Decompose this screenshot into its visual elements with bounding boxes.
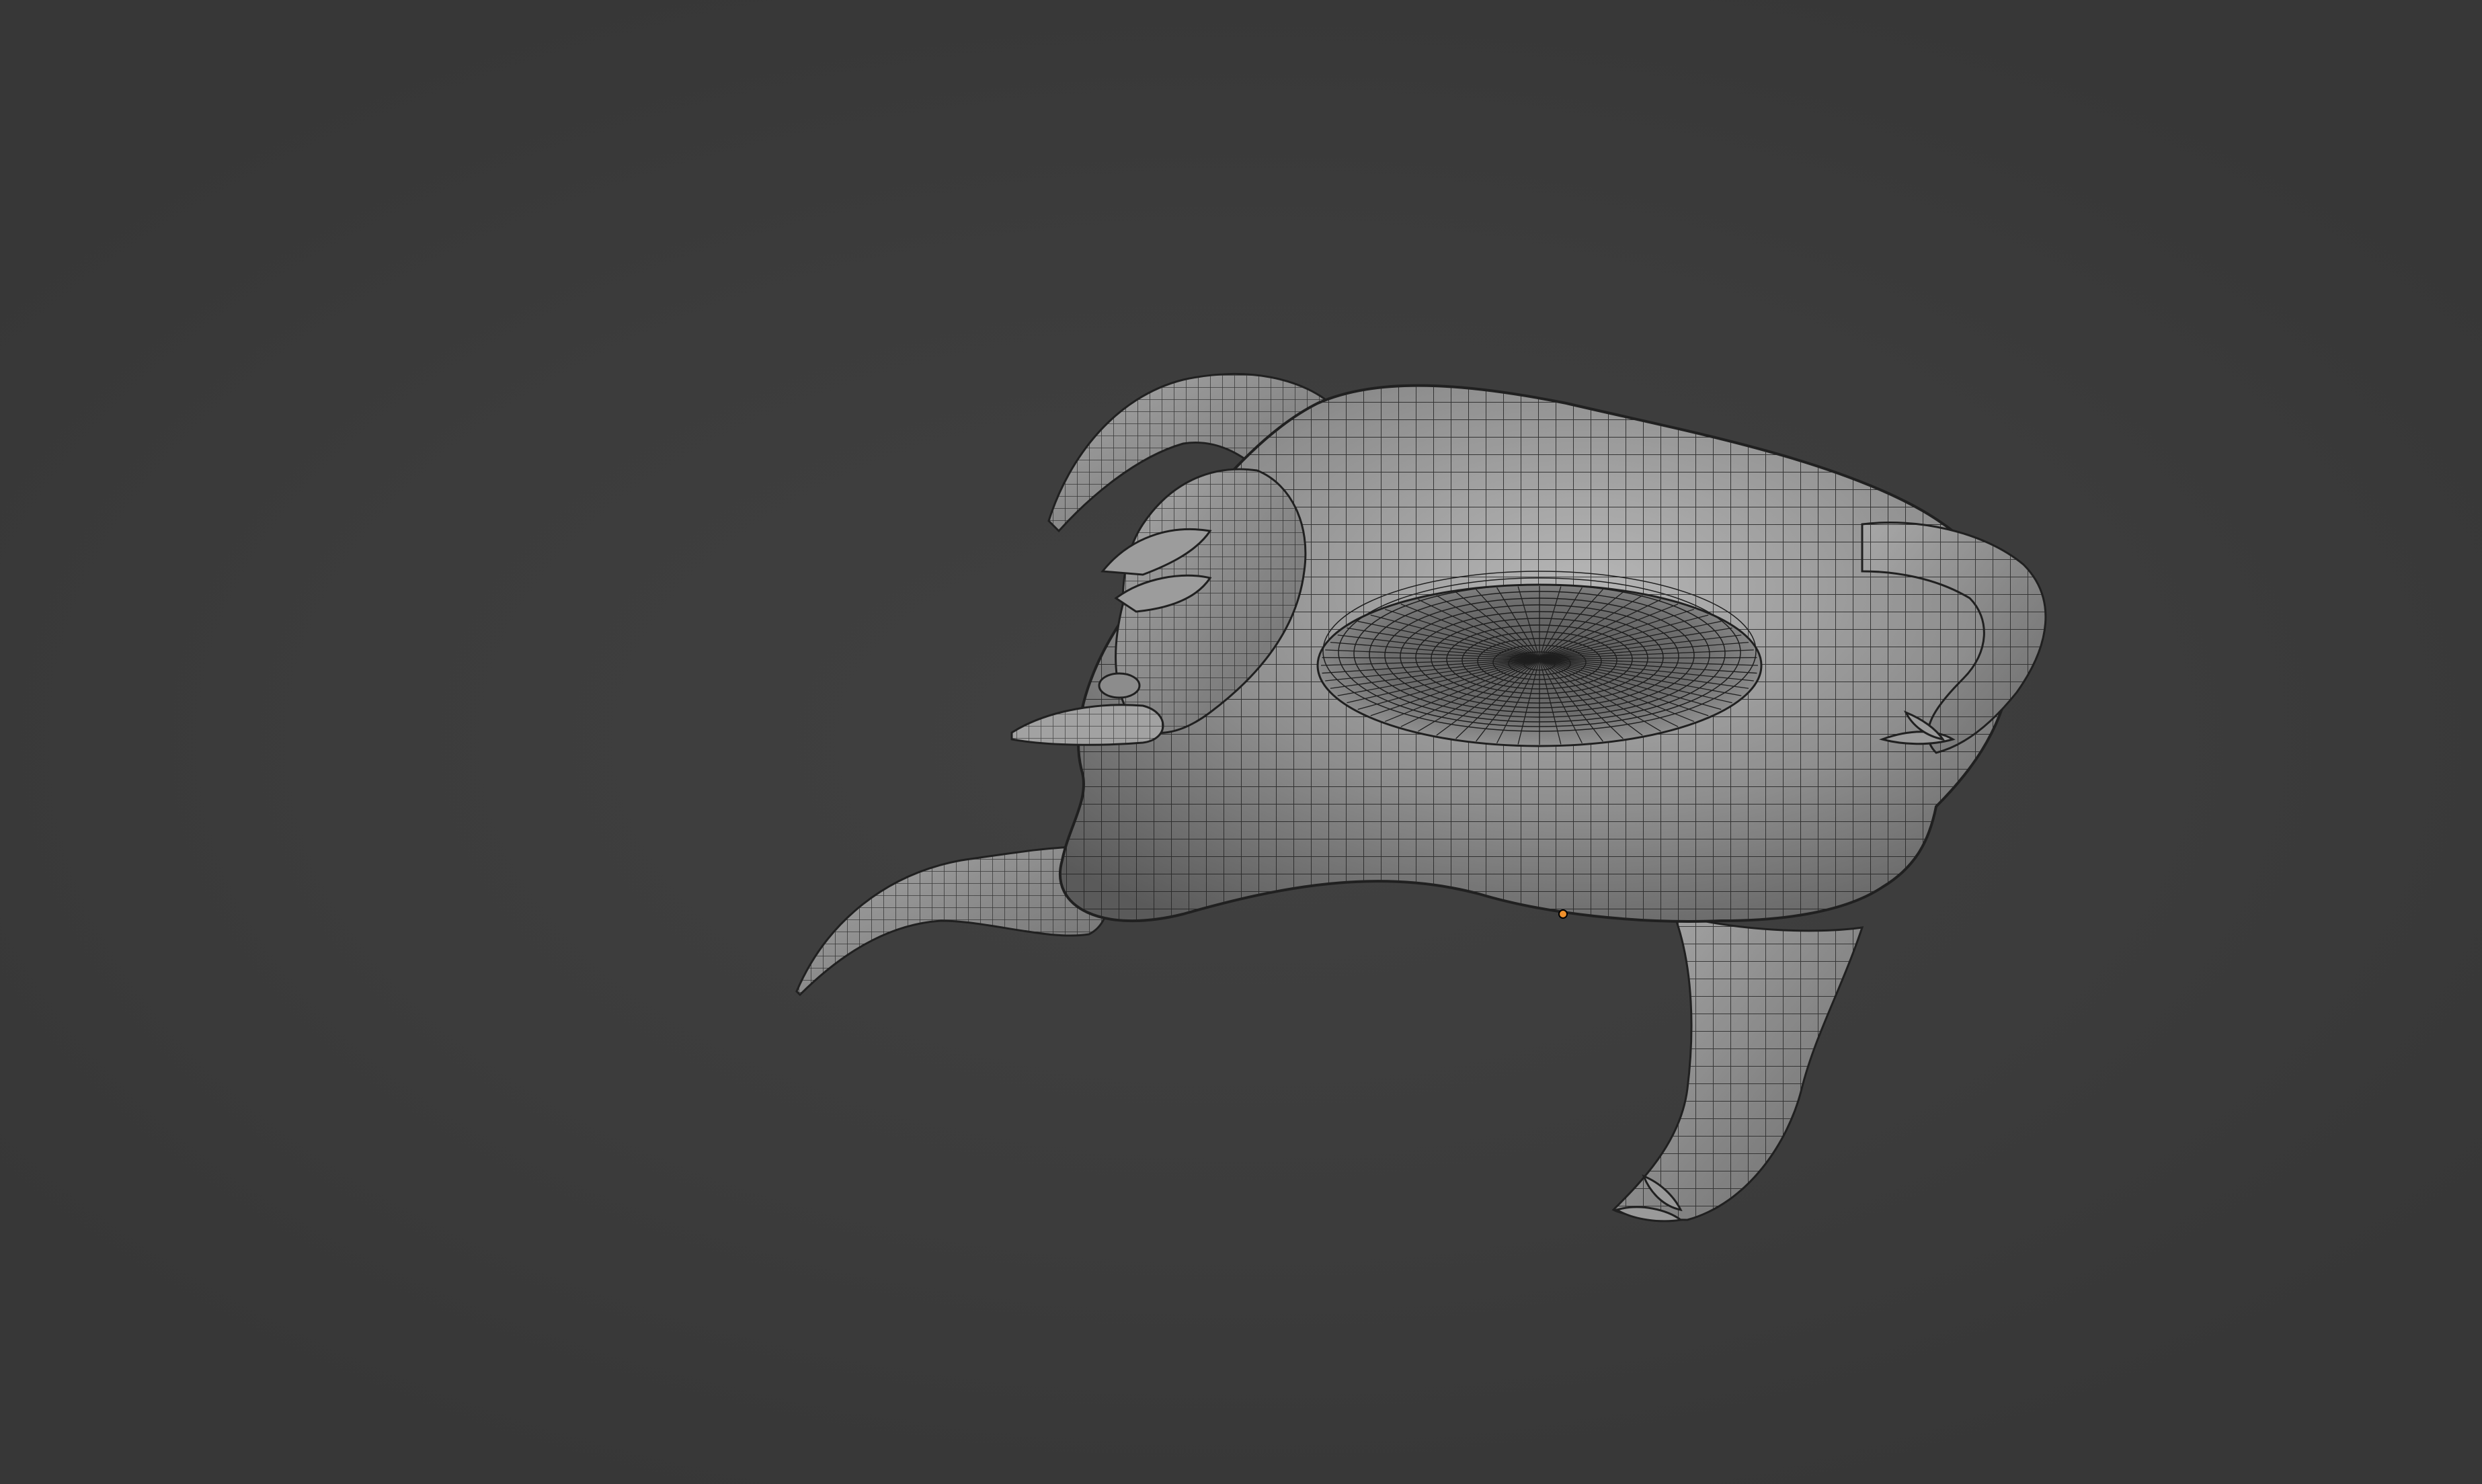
object-origin-dot-icon[interactable] — [1558, 909, 1568, 919]
foot-leg-mesh — [1611, 912, 1864, 1223]
3d-viewport[interactable] — [0, 0, 2482, 1484]
wireframe-mesh-object[interactable] — [0, 0, 2482, 1484]
